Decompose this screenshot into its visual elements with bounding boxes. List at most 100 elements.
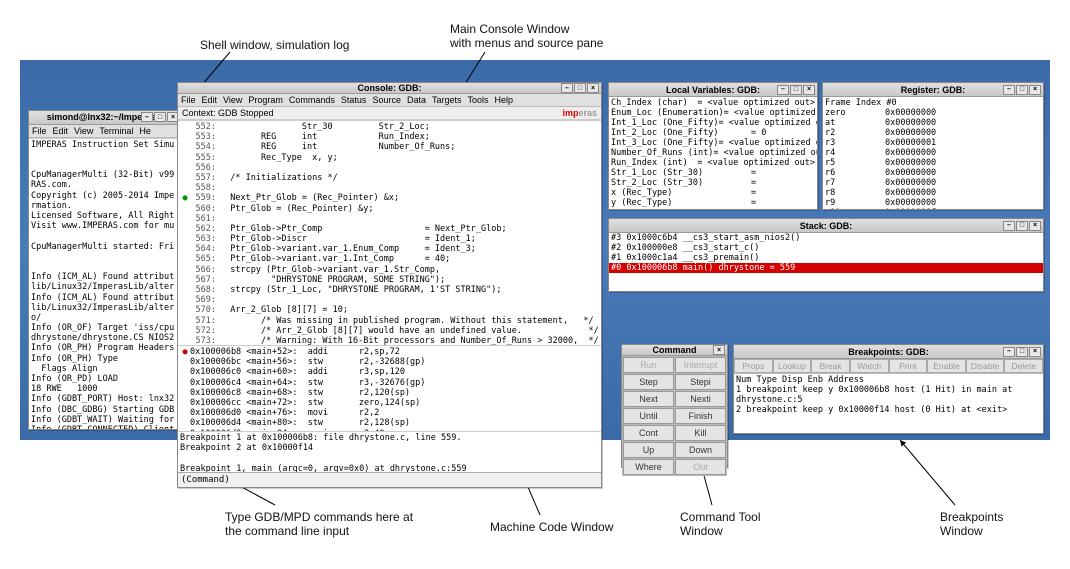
local-var-row[interactable]: Str_1_Loc (Str_30)= xyxy=(611,168,815,178)
local-var-row[interactable]: x (Rec_Type)= xyxy=(611,188,815,198)
stack-frame[interactable]: #2 0x100000e8 __cs3_start_c() xyxy=(609,243,1043,253)
cmd-until-button[interactable]: Until xyxy=(623,408,674,424)
menu-item[interactable]: Source xyxy=(372,95,401,105)
source-line[interactable]: 572: /* Arr_2_Glob [8][7] would have an … xyxy=(180,326,599,336)
registers-titlebar[interactable]: Register: GDB: –□× xyxy=(823,83,1043,97)
bp-tool-print[interactable]: Print xyxy=(889,359,928,373)
local-var-row[interactable]: Ch_Index (char)= <value optimized out> xyxy=(611,98,815,108)
locals-titlebar[interactable]: Local Variables: GDB: –□× xyxy=(609,83,817,97)
source-line[interactable]: 553: REG int Run_Index; xyxy=(180,132,599,142)
bp-tool-lookup[interactable]: Lookup xyxy=(773,359,812,373)
menu-item[interactable]: File xyxy=(181,95,196,105)
local-var-row[interactable]: Int_1_Loc (One_Fifty)= <value optimized … xyxy=(611,118,815,128)
source-line[interactable]: 562: Ptr_Glob->Ptr_Comp = Next_Ptr_Glob; xyxy=(180,224,599,234)
maximize-icon[interactable]: □ xyxy=(574,83,586,93)
menu-item[interactable]: Program xyxy=(248,95,283,105)
menu-item[interactable]: Help xyxy=(495,95,514,105)
menu-item[interactable]: Targets xyxy=(432,95,462,105)
bp-tool-watch[interactable]: Watch xyxy=(850,359,889,373)
menu-item[interactable]: Edit xyxy=(53,126,69,136)
source-line[interactable]: 552: Str_30 Str_2_Loc; xyxy=(180,122,599,132)
local-var-row[interactable]: Run_Index (int)= <value optimized out> xyxy=(611,158,815,168)
menu-item[interactable]: View xyxy=(74,126,93,136)
asm-line[interactable]: 0x100006c0 <main+60>: addi r3,sp,120 xyxy=(180,367,599,377)
local-var-row[interactable]: y (Rec_Type)= xyxy=(611,198,815,208)
source-line[interactable]: 568: strcpy (Str_1_Loc, "DHRYSTONE PROGR… xyxy=(180,285,599,295)
minimize-icon[interactable]: – xyxy=(1003,221,1015,231)
menu-item[interactable]: Tools xyxy=(468,95,489,105)
local-var-row[interactable]: Str_2_Loc (Str_30)= xyxy=(611,178,815,188)
register-row[interactable]: r70x00000000 xyxy=(825,178,1041,188)
maximize-icon[interactable]: □ xyxy=(790,85,802,95)
asm-line[interactable]: ●0x100006b8 <main+52>: addi r2,sp,72 xyxy=(180,347,599,357)
register-row[interactable]: r80x00000000 xyxy=(825,188,1041,198)
menu-item[interactable]: Data xyxy=(407,95,426,105)
cmd-cont-button[interactable]: Cont xyxy=(623,425,674,441)
register-row[interactable]: r60x00000000 xyxy=(825,168,1041,178)
menu-item[interactable]: File xyxy=(32,126,47,136)
source-line[interactable]: 567: "DHRYSTONE PROGRAM, SOME STRING"); xyxy=(180,275,599,285)
minimize-icon[interactable]: – xyxy=(561,83,573,93)
bp-tool-disable[interactable]: Disable xyxy=(966,359,1005,373)
cmd-up-button[interactable]: Up xyxy=(623,442,674,458)
close-icon[interactable]: × xyxy=(803,85,815,95)
cmd-stepi-button[interactable]: Stepi xyxy=(675,374,726,390)
source-line[interactable]: 557: /* Initializations */ xyxy=(180,173,599,183)
cmd-step-button[interactable]: Step xyxy=(623,374,674,390)
maximize-icon[interactable]: □ xyxy=(1016,221,1028,231)
minimize-icon[interactable]: – xyxy=(1003,347,1015,357)
register-row[interactable]: zero0x00000000 xyxy=(825,108,1041,118)
source-line[interactable]: 566: strcpy (Ptr_Glob->variant.var_1.Str… xyxy=(180,265,599,275)
cmd-down-button[interactable]: Down xyxy=(675,442,726,458)
menu-item[interactable]: View xyxy=(223,95,242,105)
local-var-row[interactable]: Enum_Loc (Enumeration)= <value optimized… xyxy=(611,108,815,118)
source-line[interactable]: 555: Rec_Type x, y; xyxy=(180,153,599,163)
close-icon[interactable]: × xyxy=(713,345,725,355)
cmd-finish-button[interactable]: Finish xyxy=(675,408,726,424)
register-row[interactable]: r20x00000000 xyxy=(825,128,1041,138)
stack-frame[interactable]: #1 0x1000c1a4 __cs3_premain() xyxy=(609,253,1043,263)
registers-table[interactable]: Frame Index #0zero0x00000000at0x00000000… xyxy=(823,97,1043,209)
register-row[interactable]: at0x00000000 xyxy=(825,118,1041,128)
register-row[interactable]: r100x0000001f xyxy=(825,208,1041,209)
command-titlebar[interactable]: Command × xyxy=(622,345,727,356)
stack-titlebar[interactable]: Stack: GDB: –□× xyxy=(609,219,1043,233)
locals-table[interactable]: Ch_Index (char)= <value optimized out>En… xyxy=(609,97,817,209)
menu-item[interactable]: Commands xyxy=(289,95,335,105)
asm-line[interactable]: 0x100006d4 <main+80>: stw r2,128(sp) xyxy=(180,418,599,428)
disassembly-pane[interactable]: ●0x100006b8 <main+52>: addi r2,sp,72 0x1… xyxy=(178,345,601,431)
asm-line[interactable]: 0x100006bc <main+56>: stw r2,-32688(gp) xyxy=(180,357,599,367)
register-row[interactable]: r90x00000000 xyxy=(825,198,1041,208)
source-line[interactable]: 561: xyxy=(180,214,599,224)
asm-line[interactable]: 0x100006d0 <main+76>: movi r2,2 xyxy=(180,408,599,418)
shell-titlebar[interactable]: simond@lnx32:~/Imperas... – □ × xyxy=(29,111,181,125)
source-line[interactable]: 573: /* Warning: With 16-Bit processors … xyxy=(180,336,599,345)
local-var-row[interactable]: Int_3_Loc (One_Fifty)= <value optimized … xyxy=(611,138,815,148)
close-icon[interactable]: × xyxy=(1029,85,1041,95)
command-input[interactable]: (Command) xyxy=(178,472,601,487)
cmd-kill-button[interactable]: Kill xyxy=(675,425,726,441)
bp-tool-delete[interactable]: Delete xyxy=(1004,359,1043,373)
source-line[interactable]: 571: /* Was missing in published program… xyxy=(180,316,599,326)
stack-list[interactable]: #3 0x1000c6b4 __cs3_start_asm_nios2()#2 … xyxy=(609,233,1043,291)
maximize-icon[interactable]: □ xyxy=(154,112,166,122)
stack-frame[interactable]: #0 0x100006b8 main() dhrystone = 559 xyxy=(609,263,1043,273)
menu-item[interactable]: Status xyxy=(341,95,367,105)
source-line[interactable]: 560: Ptr_Glob = (Rec_Pointer) &y; xyxy=(180,204,599,214)
minimize-icon[interactable]: – xyxy=(777,85,789,95)
close-icon[interactable]: × xyxy=(1029,347,1041,357)
asm-line[interactable]: 0x100006c4 <main+64>: stw r3,-32676(gp) xyxy=(180,378,599,388)
register-row[interactable]: r50x00000000 xyxy=(825,158,1041,168)
menu-item[interactable]: He xyxy=(139,126,151,136)
source-line[interactable]: 570: Arr_2_Glob [8][7] = 10; xyxy=(180,305,599,315)
menu-item[interactable]: Terminal xyxy=(99,126,133,136)
source-line[interactable]: ●559: Next_Ptr_Glob = (Rec_Pointer) &x; xyxy=(180,193,599,203)
source-line[interactable]: 556: xyxy=(180,163,599,173)
menu-item[interactable]: Edit xyxy=(202,95,218,105)
register-row[interactable]: r30x00000001 xyxy=(825,138,1041,148)
bp-tool-props[interactable]: Props xyxy=(734,359,773,373)
minimize-icon[interactable]: – xyxy=(1003,85,1015,95)
source-line[interactable]: 569: xyxy=(180,295,599,305)
asm-line[interactable]: 0x100006c8 <main+68>: stw r2,120(sp) xyxy=(180,388,599,398)
cmd-nexti-button[interactable]: Nexti xyxy=(675,391,726,407)
